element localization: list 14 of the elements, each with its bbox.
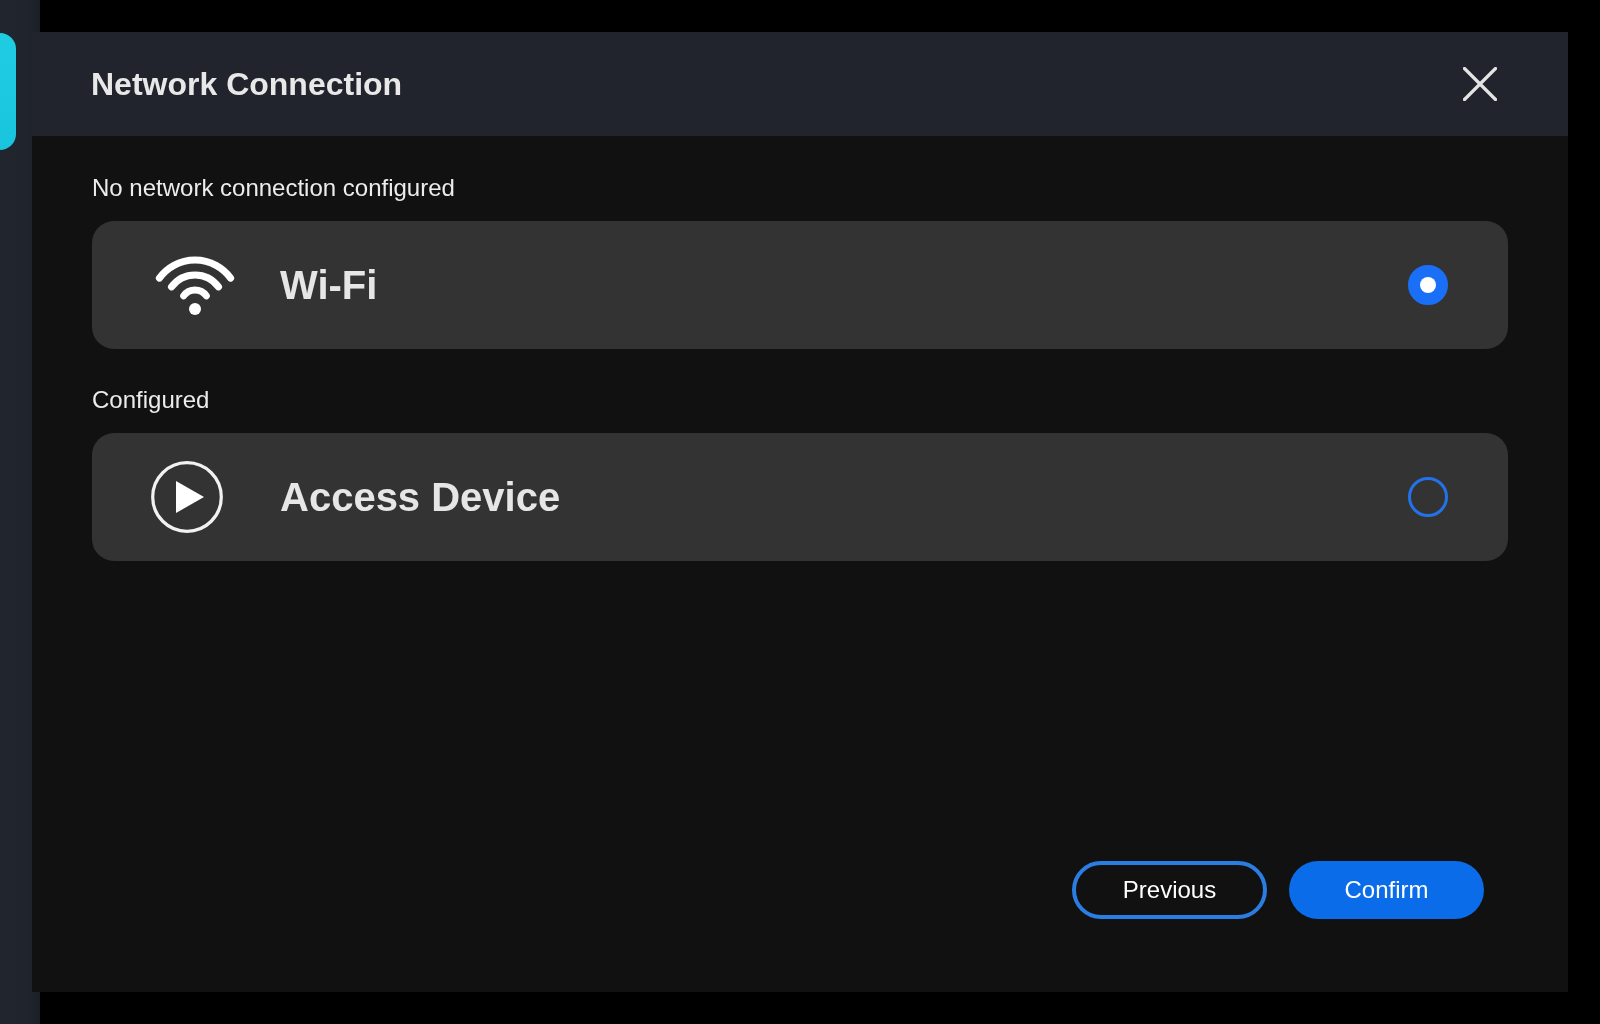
confirm-button[interactable]: Confirm — [1289, 861, 1484, 919]
option-card[interactable]: Access Device — [92, 433, 1508, 561]
option-card[interactable]: Wi-Fi — [92, 221, 1508, 349]
dialog-title: Network Connection — [91, 65, 403, 103]
section-heading: Configured — [92, 386, 211, 414]
close-button[interactable] — [1463, 67, 1497, 101]
close-icon — [1463, 67, 1497, 101]
play-icon — [151, 461, 223, 533]
option-label: Access Device — [280, 474, 562, 521]
radio-button[interactable] — [1408, 477, 1448, 517]
radio-button[interactable] — [1408, 265, 1448, 305]
section-heading: No network connection configured — [92, 174, 456, 202]
option-label: Wi-Fi — [280, 262, 379, 309]
previous-button[interactable]: Previous — [1072, 861, 1267, 919]
